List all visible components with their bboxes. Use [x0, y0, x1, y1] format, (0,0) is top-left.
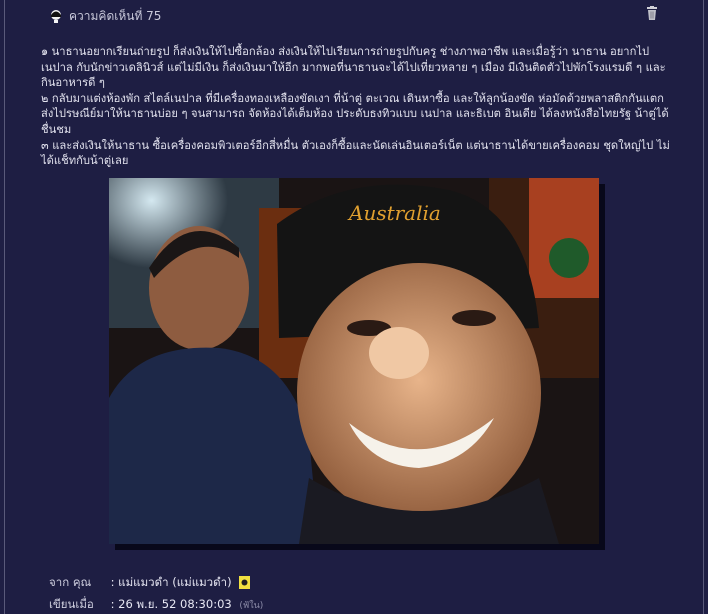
commenter-avatar-icon: [51, 10, 61, 23]
member-badge-icon: [239, 576, 251, 589]
from-label: จาก คุณ: [49, 575, 92, 589]
posted-label: เขียนเมื่อ: [49, 597, 94, 611]
comment-paragraph: ๓ และส่งเงินให้นาธาน ซื้อเครื่องคอมพิวเต…: [41, 138, 670, 168]
comment-number-title: ความคิดเห็นที่ 75: [69, 8, 162, 23]
attached-photo: Australia: [109, 178, 605, 550]
posted-datetime: : 26 พ.ย. 52 08:30:03: [110, 597, 232, 611]
ip-note: (ฟัใน): [239, 601, 264, 611]
comment-paragraph: ๒ กลับมาแต่งห้องพัก สไตล์เนปาล ที่มีเครื…: [41, 91, 669, 136]
author-row: จาก คุณ : แม่แมวดำ (แม่แมวดำ): [49, 574, 251, 592]
trash-icon[interactable]: [646, 6, 658, 20]
comment-paragraph: ๑ นาธานอยากเรียนถ่ายรูป ก็ส่งเงินให้ไปซื…: [41, 45, 666, 90]
posted-row: เขียนเมื่อ : 26 พ.ย. 52 08:30:03 (ฟัใน): [49, 596, 263, 614]
comment-body: ๑ นาธานอยากเรียนถ่ายรูป ก็ส่งเงินให้ไปซื…: [41, 44, 677, 169]
photo-image: Australia: [109, 178, 599, 544]
author-name: : แม่แมวดำ (แม่แมวดำ): [110, 575, 232, 589]
comment-panel: ความคิดเห็นที่ 75 ๑ นาธานอยากเรียนถ่ายรู…: [4, 0, 704, 614]
comment-header: ความคิดเห็นที่ 75: [49, 6, 161, 26]
cap-logo-text: Australia: [347, 201, 441, 225]
